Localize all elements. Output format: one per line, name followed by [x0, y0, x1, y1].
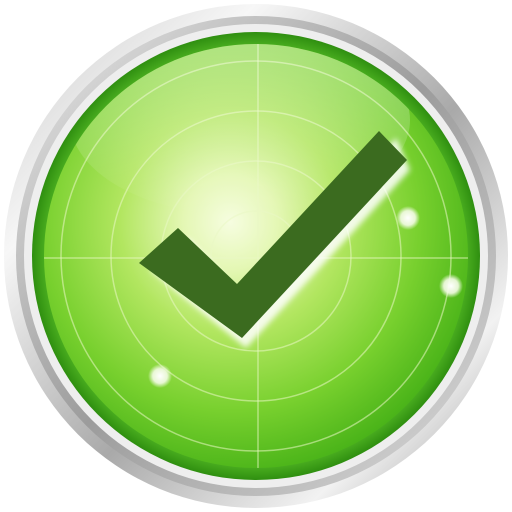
radar-blip-icon — [439, 274, 463, 298]
checkmark-badge-icon — [4, 4, 508, 508]
radar-blip-icon — [148, 364, 172, 388]
icon-canvas — [0, 0, 512, 512]
radar-blip-icon — [396, 206, 420, 230]
